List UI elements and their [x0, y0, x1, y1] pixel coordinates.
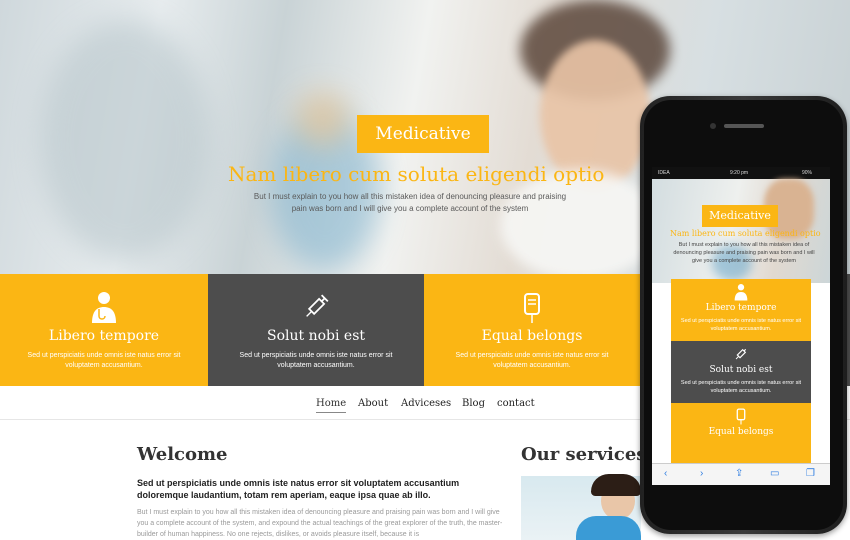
- battery-label: 90%: [802, 170, 813, 176]
- back-icon[interactable]: ‹: [664, 468, 667, 479]
- services-title: Our services: [521, 444, 647, 465]
- feature-title: Equal belongs: [481, 328, 583, 344]
- hero-text: But I must explain to you how all this m…: [253, 192, 567, 213]
- doctor-icon: [92, 292, 116, 323]
- feature-title: Solut nobi est: [266, 328, 366, 344]
- welcome-lead: Sed ut perspiciatis unde omnis iste natu…: [137, 478, 460, 500]
- iv-bag-icon: [736, 408, 746, 425]
- nav-adviceses[interactable]: Adviceses: [401, 398, 451, 409]
- phone-brand-logo[interactable]: Medicative: [702, 205, 778, 227]
- syringe-icon: [735, 348, 747, 360]
- hero-bg-blur: [40, 20, 210, 260]
- share-icon[interactable]: ⇪: [735, 468, 743, 479]
- phone-feature-libero-tempore[interactable]: Libero tempore Sed ut perspiciatis unde …: [671, 279, 811, 341]
- forward-icon[interactable]: ›: [700, 468, 703, 479]
- feature-text: Sed ut perspiciatis unde omnis iste natu…: [455, 352, 609, 369]
- iv-bag-icon: [524, 293, 540, 323]
- phone-speaker: [724, 124, 764, 128]
- welcome-body: But I must explain to you how all this m…: [137, 509, 503, 538]
- feature-libero-tempore[interactable]: Libero tempore Sed ut perspiciatis unde …: [0, 274, 208, 386]
- carrier-label: IDEA: [658, 170, 670, 176]
- phone-hero-heading: Nam libero cum soluta eligendi optio: [670, 229, 821, 238]
- page: Medicative Nam libero cum soluta eligend…: [0, 0, 850, 540]
- hero-heading: Nam libero cum soluta eligendi optio: [228, 162, 605, 186]
- phone-status-bar: IDEA 9:20 pm 90%: [652, 167, 830, 179]
- services-person-shirt: [576, 516, 641, 540]
- phone-feature-solut-nobi-est[interactable]: Solut nobi est Sed ut perspiciatis unde …: [671, 341, 811, 403]
- phone-browser-toolbar: ‹ › ⇪ ▭ ❐: [652, 463, 830, 485]
- phone-camera: [710, 123, 716, 129]
- doctor-icon: [734, 284, 748, 301]
- bookmarks-icon[interactable]: ▭: [770, 468, 779, 479]
- nav-contact[interactable]: contact: [497, 398, 535, 409]
- phone-feature-text: Sed ut perspiciatis unde omnis iste natu…: [680, 380, 802, 394]
- nav-home[interactable]: Home: [316, 398, 347, 413]
- nav-blog[interactable]: Blog: [462, 398, 485, 409]
- phone-hero-text: But I must explain to you how all this m…: [673, 242, 815, 264]
- phone-screen: IDEA 9:20 pm 90% Medicative Nam libero c…: [652, 167, 830, 485]
- syringe-icon: [306, 294, 329, 317]
- nav-about[interactable]: About: [358, 398, 388, 409]
- brand-logo[interactable]: Medicative: [357, 115, 489, 153]
- feature-text: Sed ut perspiciatis unde omnis iste natu…: [239, 352, 393, 369]
- services-image: [521, 474, 641, 540]
- phone-feature-title: Equal belongs: [708, 427, 774, 437]
- phone-feature-title: Libero tempore: [705, 303, 777, 313]
- hero-bg-figure-head: [295, 92, 350, 147]
- feature-text: Sed ut perspiciatis unde omnis iste natu…: [27, 352, 181, 369]
- welcome-title: Welcome: [137, 444, 228, 465]
- feature-equal-belongs[interactable]: Equal belongs Sed ut perspiciatis unde o…: [424, 274, 640, 386]
- phone-feature-equal-belongs[interactable]: Equal belongs: [671, 403, 811, 463]
- services-person-hair: [591, 474, 641, 496]
- tabs-icon[interactable]: ❐: [806, 468, 815, 479]
- clock-label: 9:20 pm: [730, 170, 749, 176]
- phone-feature-title: Solut nobi est: [709, 365, 773, 375]
- feature-title: Libero tempore: [48, 328, 160, 344]
- phone-feature-text: Sed ut perspiciatis unde omnis iste natu…: [680, 318, 802, 332]
- feature-solut-nobi-est[interactable]: Solut nobi est Sed ut perspiciatis unde …: [208, 274, 424, 386]
